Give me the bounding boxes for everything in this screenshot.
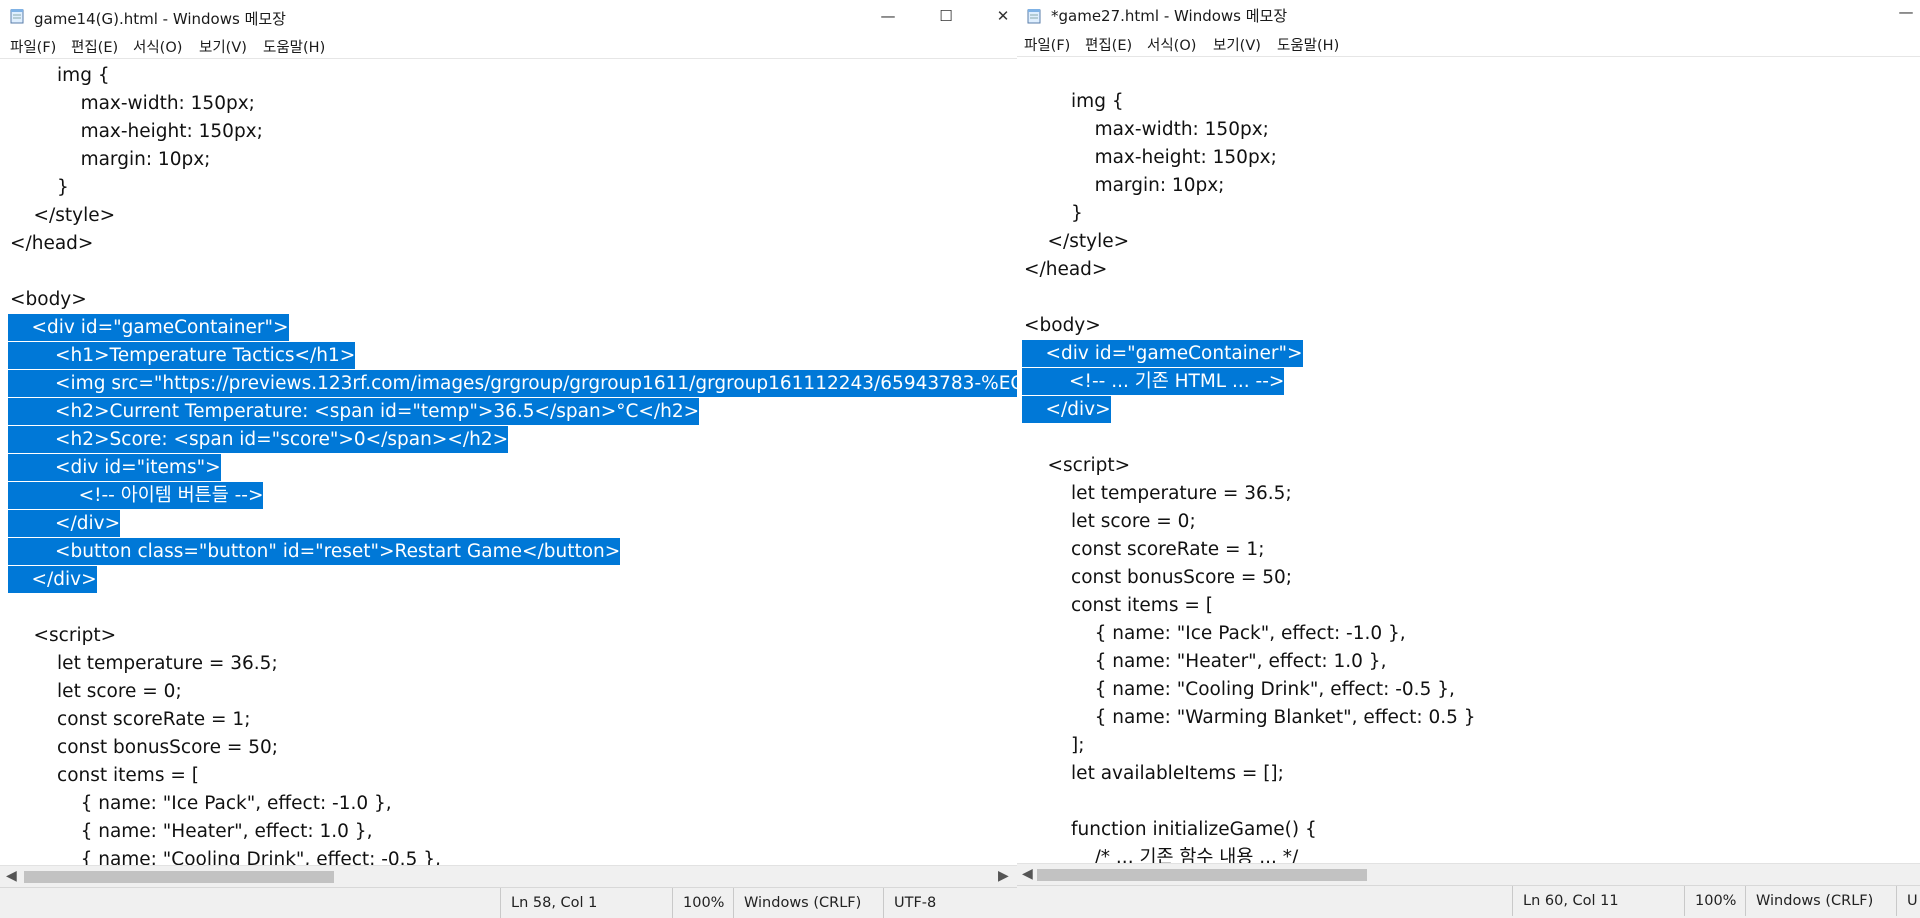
menu-edit[interactable]: 편집(E) — [71, 36, 118, 57]
horizontal-scrollbar[interactable]: ◀ — [1017, 863, 1920, 886]
line-ending: Windows (CRLF) — [1745, 886, 1873, 916]
code-line: max-height: 150px; — [10, 121, 263, 142]
code-line: <body> — [1024, 315, 1101, 336]
code-line: const bonusScore = 50; — [1024, 567, 1293, 588]
code-line: const items = [ — [1024, 595, 1213, 616]
code-line: let temperature = 36.5; — [10, 653, 278, 674]
cursor-position: Ln 58, Col 1 — [500, 888, 597, 918]
code-line: max-width: 150px; — [1024, 119, 1269, 140]
close-icon[interactable]: ✕ — [980, 0, 1017, 32]
selected-code-line: <!-- ... 기존 HTML ... --> — [1022, 368, 1285, 395]
code-line: <script> — [10, 625, 117, 646]
horizontal-scrollbar[interactable]: ◀ ▶ — [0, 865, 1017, 888]
selected-code-line: <img src="https://previews.123rf.com/ima… — [8, 370, 1017, 397]
selected-code-line: </div> — [8, 566, 97, 593]
code-line: const scoreRate = 1; — [1024, 539, 1265, 560]
menu-view[interactable]: 보기(V) — [1213, 34, 1261, 55]
code-line: max-width: 150px; — [10, 93, 255, 114]
code-line: <script> — [1024, 455, 1131, 476]
code-line: max-height: 150px; — [1024, 147, 1277, 168]
code-line: margin: 10px; — [10, 149, 211, 170]
maximize-icon[interactable]: ☐ — [923, 0, 969, 32]
menu-file[interactable]: 파일(F) — [1024, 34, 1070, 55]
code-line: let score = 0; — [10, 681, 182, 702]
minimize-icon[interactable]: — — [865, 0, 911, 32]
scroll-right-icon[interactable]: ▶ — [998, 868, 1009, 884]
selected-code-line: <button class="button" id="reset">Restar… — [8, 538, 621, 565]
selected-code-line: <div id="items"> — [8, 454, 221, 481]
code-line: </head> — [10, 233, 94, 254]
selected-code-line: <h2>Current Temperature: <span id="temp"… — [8, 398, 700, 425]
code-line: margin: 10px; — [1024, 175, 1225, 196]
notepad-icon — [1027, 9, 1041, 24]
zoom-level: 100% — [672, 888, 724, 918]
code-line: } — [1024, 203, 1083, 224]
code-line: img { — [10, 65, 110, 86]
text-editor[interactable]: img { max-width: 150px; max-height: 150p… — [0, 58, 1017, 866]
code-line: </style> — [10, 205, 116, 226]
selected-code-line: </div> — [1022, 396, 1111, 423]
text-editor[interactable]: img { max-width: 150px; max-height: 150p… — [1017, 56, 1920, 866]
window-title: game14(G).html - Windows 메모장 — [34, 10, 286, 28]
selected-code-line: <h1>Temperature Tactics</h1> — [8, 342, 356, 369]
notepad-window-game27: *game27.html - Windows 메모장 — 파일(F) 편집(E)… — [1017, 0, 1920, 918]
menu-format[interactable]: 서식(O) — [1147, 34, 1196, 55]
scroll-left-icon[interactable]: ◀ — [1022, 866, 1033, 882]
encoding: UTF-8 — [883, 888, 936, 918]
code-line: { name: "Heater", effect: 1.0 }, — [1024, 651, 1387, 672]
status-bar: Ln 58, Col 1 100% Windows (CRLF) UTF-8 — [0, 887, 1017, 918]
scroll-left-icon[interactable]: ◀ — [6, 868, 17, 884]
menu-help[interactable]: 도움말(H) — [1277, 34, 1339, 55]
title-bar[interactable]: *game27.html - Windows 메모장 — — [1017, 0, 1920, 32]
status-bar: Ln 60, Col 11 100% Windows (CRLF) U — [1017, 885, 1920, 918]
code-line: let temperature = 36.5; — [1024, 483, 1292, 504]
menu-edit[interactable]: 편집(E) — [1085, 34, 1132, 55]
notepad-window-game14: game14(G).html - Windows 메모장 — ☐ ✕ 파일(F)… — [0, 0, 1018, 918]
code-line: const bonusScore = 50; — [10, 737, 279, 758]
code-line: </style> — [1024, 231, 1130, 252]
code-line: <body> — [10, 289, 87, 310]
title-bar[interactable]: game14(G).html - Windows 메모장 — ☐ ✕ — [0, 0, 1017, 32]
window-title: *game27.html - Windows 메모장 — [1051, 7, 1288, 25]
code-line: const items = [ — [10, 765, 199, 786]
code-line: } — [10, 177, 69, 198]
code-line: let score = 0; — [1024, 511, 1196, 532]
selected-code-line: <div id="gameContainer"> — [1022, 340, 1303, 367]
menu-bar: 파일(F) 편집(E) 서식(O) 보기(V) 도움말(H) — [1017, 34, 1920, 56]
code-line: img { — [1024, 91, 1124, 112]
cursor-position: Ln 60, Col 11 — [1512, 886, 1619, 916]
code-line: { name: "Ice Pack", effect: -1.0 }, — [1024, 623, 1406, 644]
menu-bar: 파일(F) 편집(E) 서식(O) 보기(V) 도움말(H) — [0, 36, 1017, 58]
selected-code-line: <!-- 아이템 버튼들 --> — [8, 482, 264, 509]
code-line: </head> — [1024, 259, 1108, 280]
code-line: { name: "Warming Blanket", effect: 0.5 } — [1024, 707, 1476, 728]
selected-code-line: <div id="gameContainer"> — [8, 314, 289, 341]
code-line: ]; — [1024, 735, 1085, 756]
notepad-icon — [10, 9, 24, 24]
scrollbar-thumb[interactable] — [1037, 869, 1367, 881]
menu-help[interactable]: 도움말(H) — [263, 36, 325, 57]
menu-file[interactable]: 파일(F) — [10, 36, 56, 57]
code-line: let availableItems = []; — [1024, 763, 1284, 784]
scrollbar-thumb[interactable] — [24, 871, 334, 883]
code-line: const scoreRate = 1; — [10, 709, 251, 730]
selected-code-line: <h2>Score: <span id="score">0</span></h2… — [8, 426, 509, 453]
code-line: { name: "Heater", effect: 1.0 }, — [10, 821, 373, 842]
minimize-icon[interactable]: — — [1883, 0, 1920, 28]
encoding: U — [1896, 886, 1918, 916]
selected-code-line: </div> — [8, 510, 121, 537]
code-line: function initializeGame() { — [1024, 819, 1317, 840]
menu-format[interactable]: 서식(O) — [133, 36, 182, 57]
code-line: { name: "Ice Pack", effect: -1.0 }, — [10, 793, 392, 814]
menu-view[interactable]: 보기(V) — [199, 36, 247, 57]
code-line: { name: "Cooling Drink", effect: -0.5 }, — [1024, 679, 1455, 700]
zoom-level: 100% — [1684, 886, 1736, 916]
code-line: { name: "Cooling Drink", effect: -0.5 }, — [10, 849, 441, 866]
line-ending: Windows (CRLF) — [733, 888, 861, 918]
